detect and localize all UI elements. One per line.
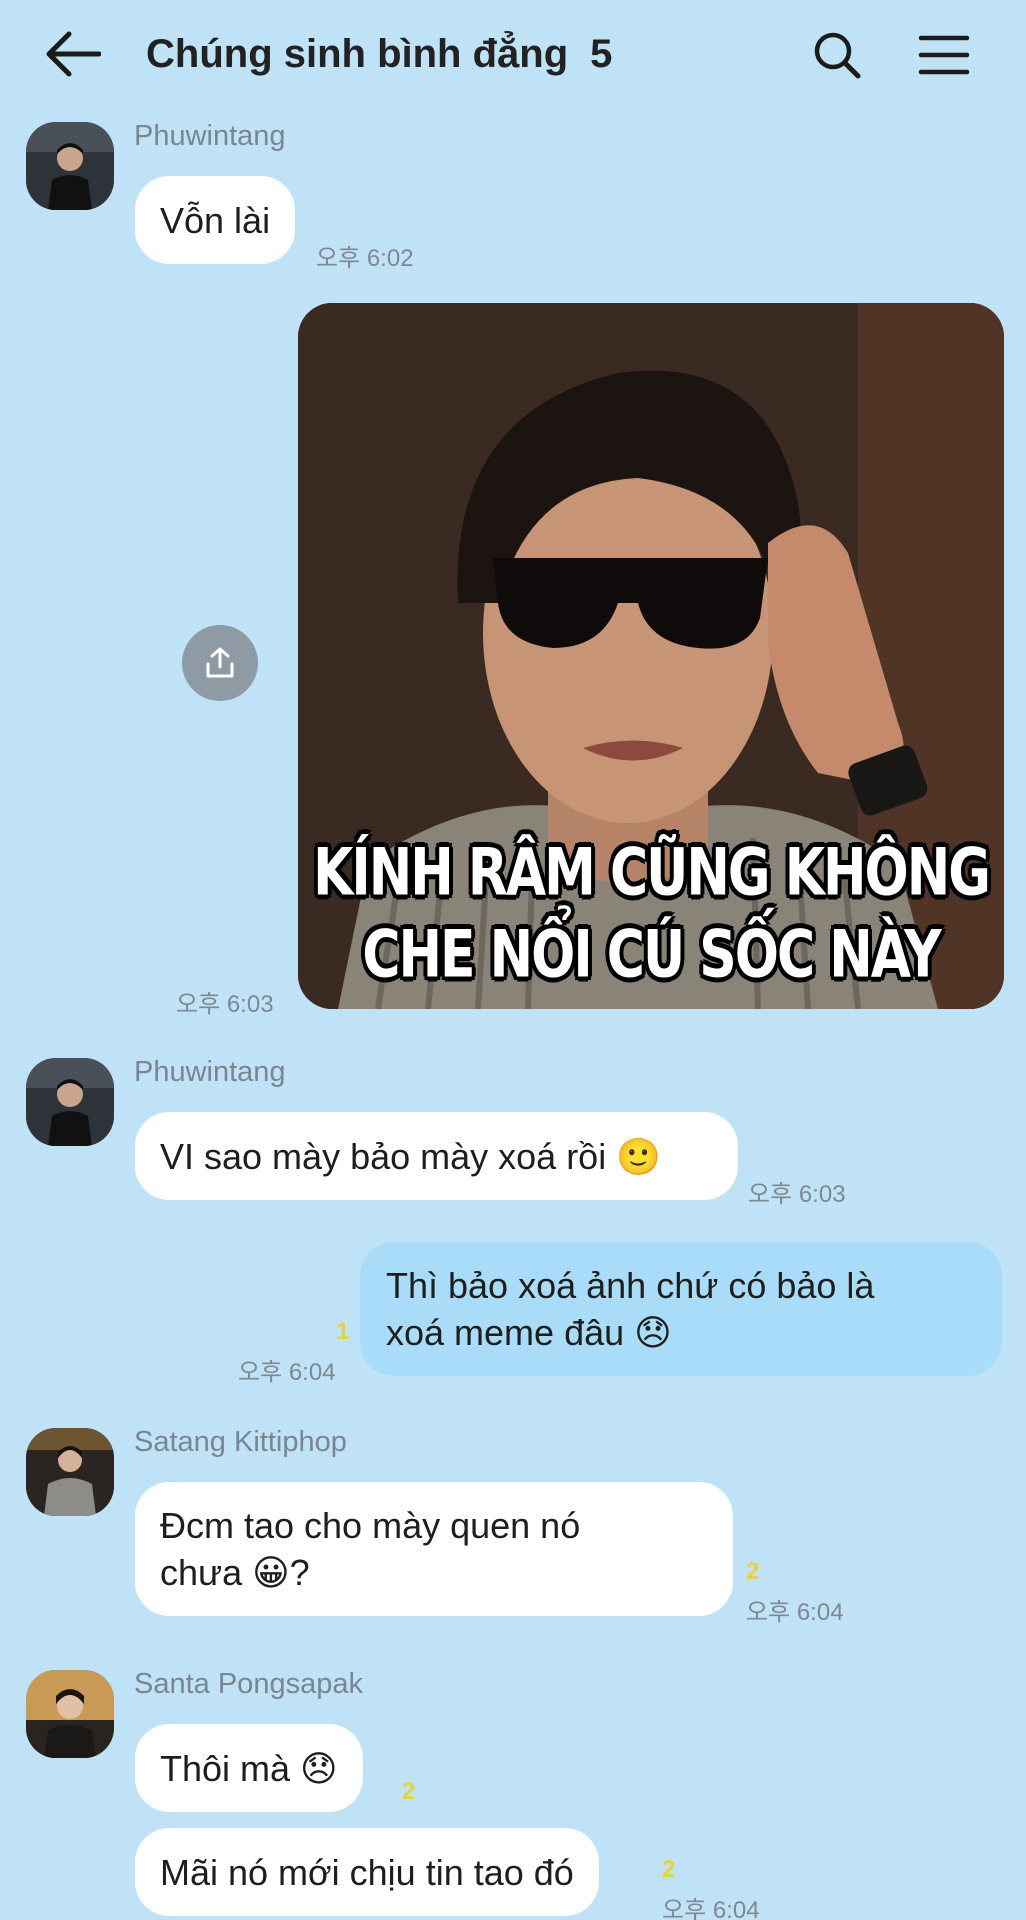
message-text-line1: Thì bảo xoá ảnh chứ có bảo là	[386, 1265, 875, 1306]
avatar-image	[26, 1670, 114, 1758]
message-bubble-outgoing[interactable]: Thì bảo xoá ảnh chứ có bảo là xoá meme đ…	[360, 1242, 1002, 1376]
message-bubble[interactable]: VI sao mày bảo mày xoá rồi 🙂	[135, 1112, 738, 1200]
avatar-phuwintang[interactable]	[26, 1058, 114, 1146]
menu-icon	[918, 35, 970, 75]
meme-caption-line1: KÍNH RÂM CŨNG KHÔNG	[313, 835, 991, 911]
message-time: 오후 6:03	[176, 991, 274, 1018]
message-time: 오후 6:04	[746, 1599, 844, 1626]
unread-count: 1	[336, 1318, 350, 1345]
message-text: VI sao mày bảo mày xoá rồi 🙂	[160, 1135, 662, 1177]
sender-name: Satang Kittiphop	[134, 1426, 347, 1458]
search-icon	[814, 32, 861, 79]
avatar-santa[interactable]	[26, 1670, 114, 1758]
avatar-image	[26, 122, 114, 210]
message-bubble[interactable]: Thôi mà 😞	[135, 1724, 363, 1812]
member-count: 5	[590, 31, 613, 76]
message-text-line1: Đcm tao cho mày quen nó	[160, 1505, 581, 1546]
chat-title: Chúng sinh bình đẳng 5	[146, 28, 612, 80]
back-arrow-icon	[46, 31, 101, 77]
sender-name: Phuwintang	[134, 1056, 286, 1088]
message-time: 오후 6:03	[748, 1181, 846, 1208]
avatar-image	[26, 1058, 114, 1146]
menu-button[interactable]	[912, 26, 976, 84]
message-text-line2: xoá meme đâu 😞	[386, 1312, 672, 1353]
meme-image[interactable]: KÍNH RÂM CŨNG KHÔNG CHE NỔI CÚ SỐC NÀY	[298, 303, 1004, 1009]
message-bubble[interactable]: Vỗn lài	[135, 176, 296, 264]
avatar-phuwintang[interactable]	[26, 122, 114, 210]
avatar-image	[26, 1428, 114, 1516]
message-bubble[interactable]: Mãi nó mới chịu tin tao đó	[135, 1828, 599, 1916]
meme-caption-line2: CHE NỔI CÚ SỐC NÀY	[362, 917, 941, 993]
avatar-satang[interactable]	[26, 1428, 114, 1516]
message-time: 오후 6:02	[316, 245, 414, 272]
share-icon	[206, 647, 234, 678]
sender-name: Santa Pongsapak	[134, 1668, 363, 1700]
unread-count: 2	[402, 1778, 416, 1805]
unread-count: 2	[662, 1856, 676, 1883]
message-text: Vỗn lài	[160, 199, 271, 241]
chat-name: Chúng sinh bình đẳng	[146, 31, 569, 76]
message-time: 오후 6:04	[238, 1359, 336, 1386]
unread-count: 2	[746, 1558, 760, 1585]
message-text: Thôi mà 😞	[160, 1747, 338, 1789]
message-time: 오후 6:04	[662, 1897, 760, 1920]
message-text: Mãi nó mới chịu tin tao đó	[160, 1851, 574, 1893]
back-button[interactable]	[38, 26, 108, 82]
message-text-line2: chưa 😀?	[160, 1552, 310, 1593]
sender-name: Phuwintang	[134, 120, 286, 152]
search-button[interactable]	[808, 26, 866, 84]
share-button[interactable]	[182, 625, 258, 701]
message-bubble[interactable]: Đcm tao cho mày quen nó chưa 😀?	[135, 1482, 733, 1616]
